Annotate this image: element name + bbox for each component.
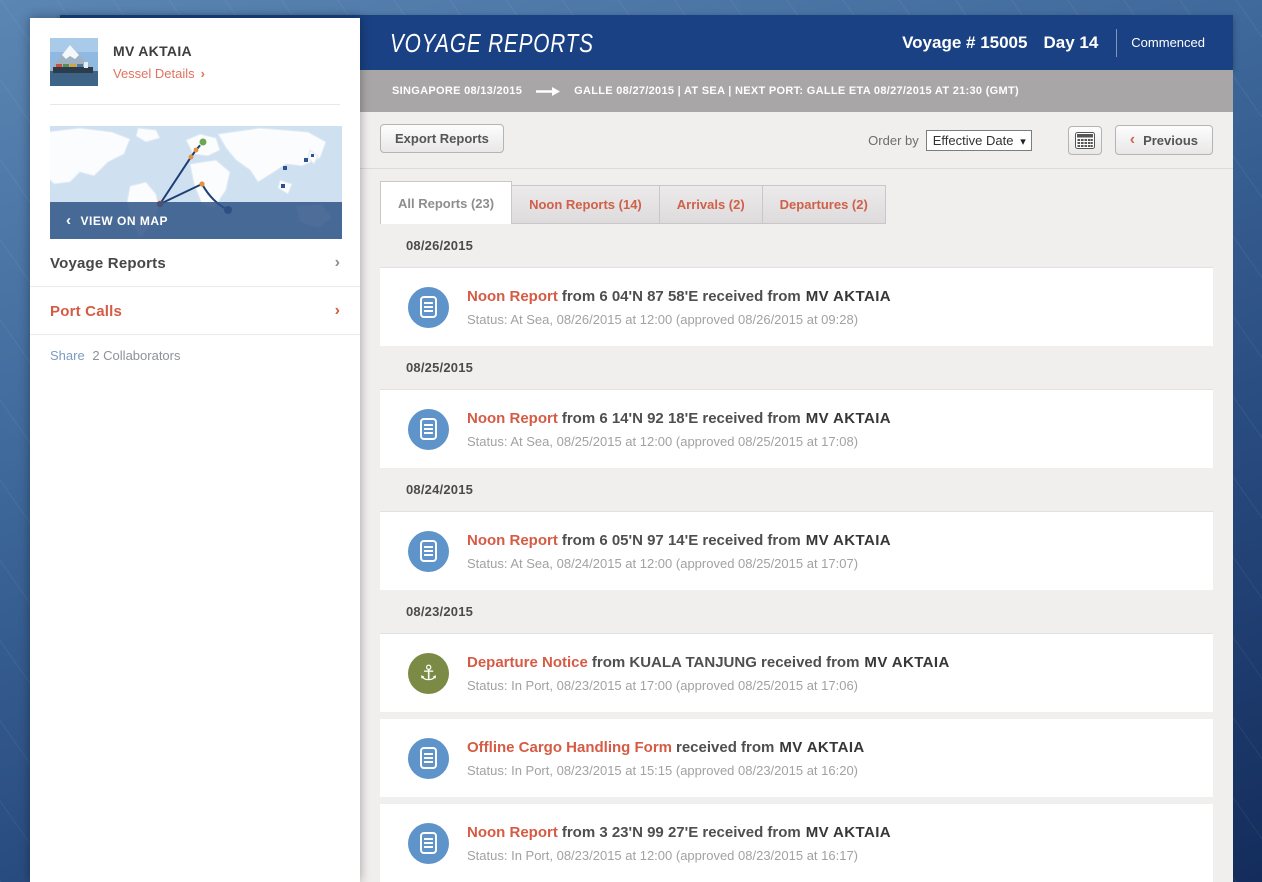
anchor-icon: ⚓ xyxy=(408,653,449,694)
collaborators-count: 2 Collaborators xyxy=(92,348,180,363)
route-arrow-icon xyxy=(536,87,560,96)
report-title: Noon Reportfrom 3 23'N 99 27'E received … xyxy=(467,824,891,842)
route-origin: SINGAPORE 08/13/2015 xyxy=(392,85,522,97)
report-link[interactable]: Offline Cargo Handling Form xyxy=(467,739,672,756)
report-status: Status: At Sea, 08/25/2015 at 12:00 (app… xyxy=(467,434,891,449)
report-row[interactable]: Noon Reportfrom 6 04'N 87 58'E received … xyxy=(380,268,1213,346)
noon-report-icon xyxy=(408,823,449,864)
tab-departures[interactable]: Departures (2) xyxy=(763,185,886,224)
chevron-right-icon xyxy=(335,302,340,320)
noon-report-icon xyxy=(408,409,449,450)
route-summary-bar: SINGAPORE 08/13/2015 GALLE 08/27/2015 | … xyxy=(360,70,1233,112)
page-title: VOYAGE REPORTS xyxy=(390,28,594,59)
report-title: Offline Cargo Handling Formreceived from… xyxy=(467,739,865,757)
share-collaborators: Share 2 Collaborators xyxy=(30,335,360,376)
sidebar-item-port-calls[interactable]: Port Calls xyxy=(30,287,360,335)
date-group-header: 08/25/2015 xyxy=(380,346,1213,390)
calendar-button[interactable] xyxy=(1068,126,1102,155)
report-vessel: MV AKTAIA xyxy=(806,410,891,427)
vessel-photo xyxy=(50,38,98,86)
chevron-right-icon xyxy=(335,254,340,272)
tab-noon-reports[interactable]: Noon Reports (14) xyxy=(512,185,660,224)
report-title: Departure Noticefrom KUALA TANJUNG recei… xyxy=(467,654,950,672)
report-title: Noon Reportfrom 6 04'N 87 58'E received … xyxy=(467,288,891,306)
report-link[interactable]: Noon Report xyxy=(467,288,558,305)
report-row[interactable]: Noon Reportfrom 6 14'N 92 18'E received … xyxy=(380,390,1213,468)
reports-toolbar: Export Reports Order by Effective Date xyxy=(360,112,1233,169)
report-status: Status: At Sea, 08/24/2015 at 12:00 (app… xyxy=(467,556,891,571)
voyage-day: Day 14 xyxy=(1043,33,1098,53)
chevron-left-icon xyxy=(66,212,81,229)
report-title: Noon Reportfrom 6 14'N 92 18'E received … xyxy=(467,410,891,428)
vessel-name: MV AKTAIA xyxy=(113,43,205,59)
noon-report-icon xyxy=(408,287,449,328)
sidebar: MV AKTAIA Vessel Details xyxy=(30,18,360,882)
tab-all-reports[interactable]: All Reports (23) xyxy=(380,181,512,224)
previous-button[interactable]: Previous xyxy=(1115,125,1213,155)
chevron-right-icon xyxy=(195,66,205,81)
share-link[interactable]: Share xyxy=(50,348,85,363)
report-vessel: MV AKTAIA xyxy=(779,739,864,756)
report-vessel: MV AKTAIA xyxy=(806,824,891,841)
report-tabs: All Reports (23) Noon Reports (14) Arriv… xyxy=(360,169,1233,224)
report-link[interactable]: Noon Report xyxy=(467,410,558,427)
voyage-map-thumbnail[interactable]: VIEW ON MAP xyxy=(50,126,342,239)
chevron-left-icon xyxy=(1130,132,1143,148)
vessel-details-link[interactable]: Vessel Details xyxy=(113,66,205,81)
export-reports-button[interactable]: Export Reports xyxy=(380,124,504,153)
view-on-map-button[interactable]: VIEW ON MAP xyxy=(50,202,342,239)
order-by-select[interactable]: Effective Date xyxy=(926,130,1032,151)
noon-report-icon xyxy=(408,531,449,572)
order-by-value: Effective Date xyxy=(933,133,1014,148)
voyage-status-badge: Commenced xyxy=(1131,35,1205,50)
date-group-header: 08/26/2015 xyxy=(380,224,1213,268)
report-title: Noon Reportfrom 6 05'N 97 14'E received … xyxy=(467,532,891,550)
route-destination: GALLE 08/27/2015 | AT SEA | NEXT PORT: G… xyxy=(574,85,1019,97)
report-vessel: MV AKTAIA xyxy=(806,532,891,549)
report-row[interactable]: Noon Reportfrom 3 23'N 99 27'E received … xyxy=(380,804,1213,882)
report-row[interactable]: Offline Cargo Handling Formreceived from… xyxy=(380,719,1213,797)
report-status: Status: At Sea, 08/26/2015 at 12:00 (app… xyxy=(467,312,891,327)
report-row[interactable]: Noon Reportfrom 6 05'N 97 14'E received … xyxy=(380,512,1213,590)
report-status: Status: In Port, 08/23/2015 at 15:15 (ap… xyxy=(467,763,865,778)
report-link[interactable]: Noon Report xyxy=(467,532,558,549)
document-icon xyxy=(408,738,449,779)
sidebar-item-voyage-reports[interactable]: Voyage Reports xyxy=(30,239,360,287)
report-status: Status: In Port, 08/23/2015 at 12:00 (ap… xyxy=(467,848,891,863)
dropdown-caret-icon xyxy=(1020,133,1026,148)
report-row[interactable]: ⚓ Departure Noticefrom KUALA TANJUNG rec… xyxy=(380,634,1213,712)
sidebar-divider xyxy=(50,104,340,105)
order-by-label: Order by xyxy=(868,133,919,148)
report-status: Status: In Port, 08/23/2015 at 17:00 (ap… xyxy=(467,678,950,693)
tab-arrivals[interactable]: Arrivals (2) xyxy=(660,185,763,224)
header-divider xyxy=(1116,29,1117,57)
report-link[interactable]: Noon Report xyxy=(467,824,558,841)
voyage-number: Voyage # 15005 xyxy=(902,33,1027,53)
calendar-icon xyxy=(1075,132,1095,149)
report-link[interactable]: Departure Notice xyxy=(467,654,588,671)
report-vessel: MV AKTAIA xyxy=(864,654,949,671)
reports-list: 08/26/2015 Noon Reportfrom 6 04'N 87 58'… xyxy=(380,224,1213,882)
date-group-header: 08/23/2015 xyxy=(380,590,1213,634)
main-content: Export Reports Order by Effective Date xyxy=(360,112,1233,882)
report-vessel: MV AKTAIA xyxy=(806,288,891,305)
date-group-header: 08/24/2015 xyxy=(380,468,1213,512)
